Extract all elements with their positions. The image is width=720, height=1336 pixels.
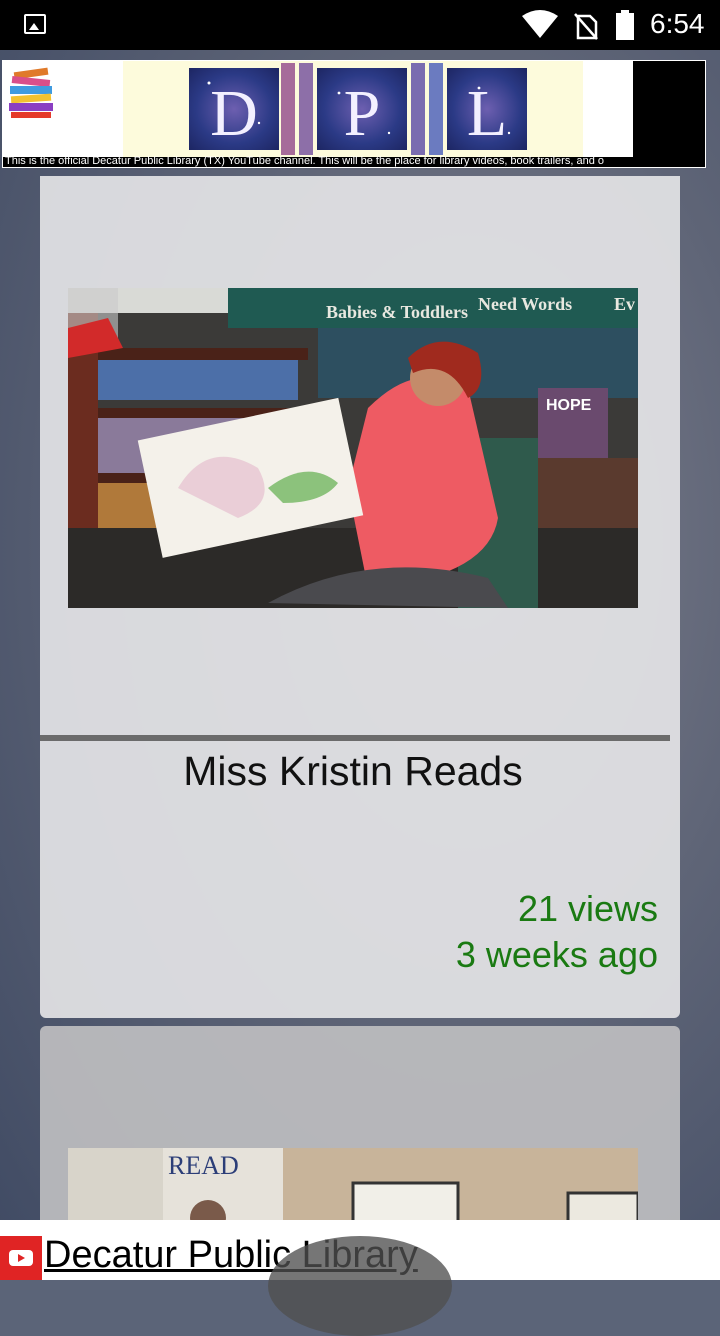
svg-text:P: P xyxy=(344,77,381,150)
dpl-logo: D P L xyxy=(189,63,527,155)
svg-text:HOPE: HOPE xyxy=(546,397,592,414)
svg-text:Babies & Toddlers: Babies & Toddlers xyxy=(326,302,468,322)
channel-description: This is the official Decatur Public Libr… xyxy=(5,155,604,167)
thumbnail-image: READ xyxy=(68,1148,638,1228)
svg-text:Ev: Ev xyxy=(614,294,635,314)
upload-age: 3 weeks ago xyxy=(455,934,658,975)
status-bar: 6:54 xyxy=(0,0,720,50)
video-title[interactable]: Miss Kristin Reads xyxy=(40,748,666,795)
video-thumbnail[interactable]: Babies & Toddlers Need Words Ev HOPE xyxy=(68,288,638,608)
svg-text:READ: READ xyxy=(168,1151,239,1180)
floating-action-button[interactable] xyxy=(268,1236,452,1336)
books-logo-icon xyxy=(6,64,62,120)
video-thumbnail[interactable]: READ xyxy=(68,1148,638,1228)
divider xyxy=(40,735,670,741)
svg-text:D: D xyxy=(210,77,258,150)
svg-text:L: L xyxy=(467,77,507,150)
svg-text:Need Words: Need Words xyxy=(478,294,572,314)
video-card[interactable]: READ xyxy=(40,1026,680,1228)
thumbnail-image: Babies & Toddlers Need Words Ev HOPE xyxy=(68,288,638,608)
wifi-icon xyxy=(522,10,558,38)
no-sim-icon xyxy=(574,13,598,40)
youtube-icon[interactable] xyxy=(0,1236,42,1280)
image-icon xyxy=(24,14,46,34)
clock: 6:54 xyxy=(650,8,705,39)
battery-icon xyxy=(616,10,634,40)
view-count: 21 views xyxy=(517,888,658,929)
video-card[interactable]: Babies & Toddlers Need Words Ev HOPE Mis… xyxy=(40,176,680,1018)
channel-banner[interactable]: D P L This is the official Decatur Publi… xyxy=(2,60,706,168)
